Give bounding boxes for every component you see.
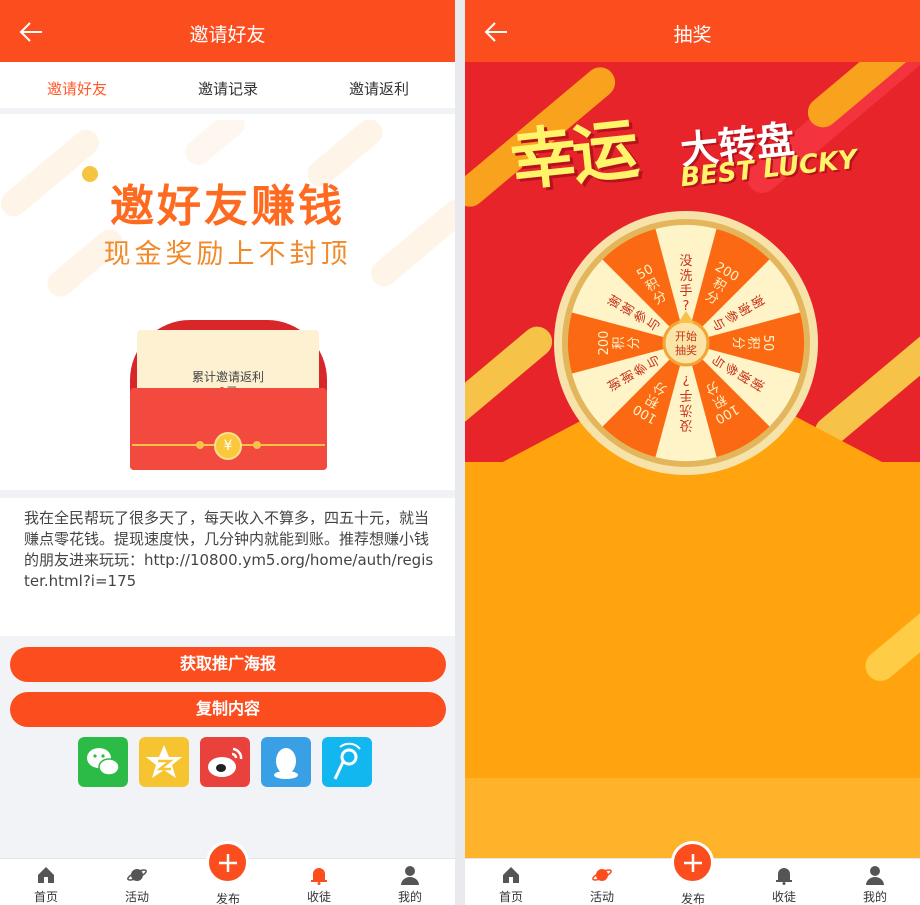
lottery-screen: 抽奖 幸运 大转盘 BEST LUCKY 没洗手? 200积分 谢谢参与 50积分 谢谢…	[465, 0, 920, 905]
user-icon	[401, 866, 419, 885]
user-icon	[866, 866, 884, 885]
banner-subtitle: 现金奖励上不封顶	[103, 239, 352, 270]
nav-home[interactable]: 首页	[16, 859, 76, 905]
invite-screen: 邀请好友 邀请好友 邀请记录 邀请返利 邀好友赚钱 现金奖励上不封顶 累计邀请返…	[0, 0, 455, 905]
planet-icon	[592, 869, 612, 881]
share-icon-row	[0, 737, 455, 787]
nav-apprentice[interactable]: 收徒	[289, 859, 349, 905]
wechat-icon[interactable]	[78, 737, 128, 787]
lottery-background: 幸运 大转盘 BEST LUCKY 没洗手? 200积分 谢谢参与 50积分 谢谢参与 1…	[465, 62, 920, 858]
nav-label: 首页	[33, 890, 58, 904]
nav-label: 活动	[124, 890, 149, 904]
tab-invite-records[interactable]: 邀请记录	[158, 78, 298, 99]
home-icon	[503, 867, 519, 883]
share-message: 我在全民帮玩了很多天了，每天收入不算多，四五十元，就当赚点零花钱。提现速度快，几…	[24, 509, 434, 590]
start-button-base[interactable]	[662, 319, 710, 367]
divider	[0, 490, 455, 498]
bottom-nav: 首页 活动 发布 收徒 我的	[0, 841, 455, 905]
yuan-coin-icon: ¥	[214, 432, 242, 460]
invite-banner: 邀好友赚钱 现金奖励上不封顶	[0, 120, 455, 320]
tencent-weibo-icon[interactable]	[322, 737, 372, 787]
nav-activity[interactable]: 活动	[572, 859, 632, 905]
tab-invite-friends[interactable]: 邀请好友	[7, 78, 147, 99]
envelope-dot	[253, 441, 261, 449]
nav-label: 发布	[680, 892, 705, 905]
start-button-label-2[interactable]: 抽奖	[675, 343, 697, 357]
weibo-icon[interactable]	[200, 737, 250, 787]
get-poster-button[interactable]: 获取推广海报	[10, 647, 446, 682]
nav-home[interactable]: 首页	[481, 859, 541, 905]
tab-invite-rebate[interactable]: 邀请返利	[309, 78, 449, 99]
plus-icon	[684, 854, 702, 872]
start-button-label-1[interactable]: 开始	[675, 329, 697, 343]
copy-content-button[interactable]: 复制内容	[10, 692, 446, 727]
nav-label: 活动	[589, 890, 614, 904]
page-title: 邀请好友	[189, 24, 266, 46]
nav-label: 我的	[397, 890, 422, 904]
title-bar: 抽奖	[465, 0, 920, 62]
banner-title: 邀好友赚钱	[110, 181, 345, 232]
nav-publish[interactable]: 发布	[198, 841, 258, 905]
qzone-icon[interactable]	[139, 737, 189, 787]
coin-icon	[82, 166, 98, 182]
nav-publish[interactable]: 发布	[663, 841, 723, 905]
home-icon	[38, 867, 54, 883]
bottom-nav: 首页 活动 发布 收徒 我的	[465, 841, 920, 905]
nav-label: 收徒	[306, 890, 331, 904]
bell-icon	[776, 868, 792, 885]
nav-mine[interactable]: 我的	[845, 859, 905, 905]
nav-label: 我的	[862, 890, 887, 904]
tab-bar: 邀请好友 邀请记录 邀请返利	[0, 62, 455, 114]
red-envelope: 累计邀请返利 0元 ¥	[0, 320, 455, 490]
nav-activity[interactable]: 活动	[107, 859, 167, 905]
nav-apprentice[interactable]: 收徒	[754, 859, 814, 905]
decor-stripe	[179, 120, 251, 171]
nav-label: 发布	[215, 892, 240, 905]
envelope-dot	[196, 441, 204, 449]
bell-icon	[311, 868, 327, 885]
plus-icon	[219, 854, 237, 872]
page-title: 抽奖	[673, 24, 712, 46]
qq-icon[interactable]	[261, 737, 311, 787]
logo-text-lucky: 幸运	[506, 110, 639, 201]
nav-label: 首页	[498, 890, 523, 904]
title-bar: 邀请好友	[0, 0, 455, 62]
prize-wheel[interactable]: 没洗手?200积分 谢谢参与50积分谢谢参与100积分没洗手?100积分谢谢参与2…	[553, 210, 819, 476]
wheel-segment-label: 50积分	[730, 335, 775, 352]
nav-mine[interactable]: 我的	[380, 859, 440, 905]
nav-label: 收徒	[771, 890, 796, 904]
planet-icon	[127, 869, 147, 881]
